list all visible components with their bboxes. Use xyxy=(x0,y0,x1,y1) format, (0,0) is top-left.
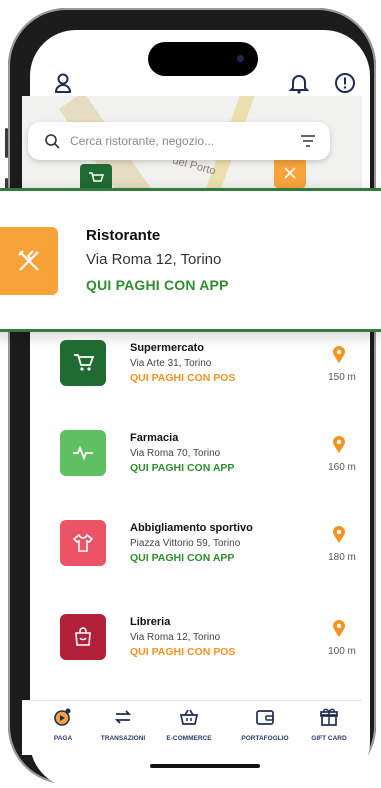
item-address: Piazza Vittorio 59, Torino xyxy=(130,538,241,549)
list-item[interactable]: Farmacia Via Roma 70, Torino QUI PAGHI C… xyxy=(30,430,360,500)
item-address: Via Roma 12, Torino xyxy=(130,632,221,643)
item-payment-method: QUI PAGHI CON POS xyxy=(130,372,236,384)
basket-icon xyxy=(179,709,199,725)
item-distance: 100 m xyxy=(328,646,356,657)
card-address: Via Roma 12, Torino xyxy=(86,251,222,268)
shirt-icon xyxy=(60,520,106,566)
alert-icon[interactable] xyxy=(332,70,358,96)
pulse-icon xyxy=(60,430,106,476)
tab-label: TRANSAZIONI xyxy=(100,735,146,742)
tab-label: PORTAFOGLIO xyxy=(241,735,289,742)
item-payment-method: QUI PAGHI CON APP xyxy=(130,462,235,474)
bag-icon xyxy=(60,614,106,660)
item-payment-method: QUI PAGHI CON APP xyxy=(130,552,235,564)
search-icon xyxy=(45,134,60,149)
list-item[interactable]: Abbigliamento sportivo Piazza Vittorio 5… xyxy=(30,520,360,590)
item-name: Supermercato xyxy=(130,342,204,354)
home-indicator[interactable] xyxy=(150,764,260,768)
item-payment-method: QUI PAGHI CON POS xyxy=(130,646,236,658)
location-pin-icon xyxy=(333,526,345,543)
item-distance: 180 m xyxy=(328,552,356,563)
map-pin-restaurant[interactable] xyxy=(274,158,306,188)
item-distance: 160 m xyxy=(328,462,356,473)
item-address: Via Arte 31, Torino xyxy=(130,358,212,369)
card-payment-method: QUI PAGHI CON APP xyxy=(86,277,229,293)
camera-icon xyxy=(237,55,244,62)
tab-portafoglio[interactable]: PORTAFOGLIO xyxy=(230,707,300,742)
side-button xyxy=(5,128,8,158)
tab-label: GIFT CARD xyxy=(311,735,347,742)
bell-icon[interactable] xyxy=(286,70,312,96)
card-title: Ristorante xyxy=(86,227,161,244)
item-distance: 150 m xyxy=(328,372,356,383)
item-address: Via Roma 70, Torino xyxy=(130,448,221,459)
location-pin-icon xyxy=(333,620,345,637)
wallet-icon xyxy=(256,710,274,725)
gift-icon xyxy=(320,708,338,726)
restaurant-icon xyxy=(0,227,58,295)
selected-place-card[interactable]: Ristorante Via Roma 12, Torino QUI PAGHI… xyxy=(0,188,381,332)
tab-gift-card[interactable]: GIFT CARD xyxy=(294,707,364,742)
user-icon[interactable] xyxy=(50,70,76,96)
pay-icon xyxy=(54,708,71,726)
list-item[interactable]: Supermercato Via Arte 31, Torino QUI PAG… xyxy=(30,340,360,410)
item-name: Abbigliamento sportivo xyxy=(130,522,253,534)
item-name: Libreria xyxy=(130,616,171,628)
bottom-tab-bar: PAGA TRANSAZIONI E-COMMERCE PORTAFOGLIO … xyxy=(22,700,362,755)
filter-icon[interactable] xyxy=(300,134,316,148)
cart-icon xyxy=(60,340,106,386)
search-input[interactable]: Cerca ristorante, negozio... xyxy=(70,134,214,148)
location-pin-icon xyxy=(333,436,345,453)
tab-e-commerce[interactable]: E-COMMERCE xyxy=(154,707,224,742)
location-pin-icon xyxy=(333,346,345,363)
tab-transazioni[interactable]: TRANSAZIONI xyxy=(88,707,158,742)
transfer-icon xyxy=(114,710,132,724)
search-bar[interactable]: Cerca ristorante, negozio... xyxy=(28,122,330,160)
tab-label: E-COMMERCE xyxy=(166,735,212,742)
item-name: Farmacia xyxy=(130,432,179,444)
list-item[interactable]: Libreria Via Roma 12, Torino QUI PAGHI C… xyxy=(30,614,360,684)
